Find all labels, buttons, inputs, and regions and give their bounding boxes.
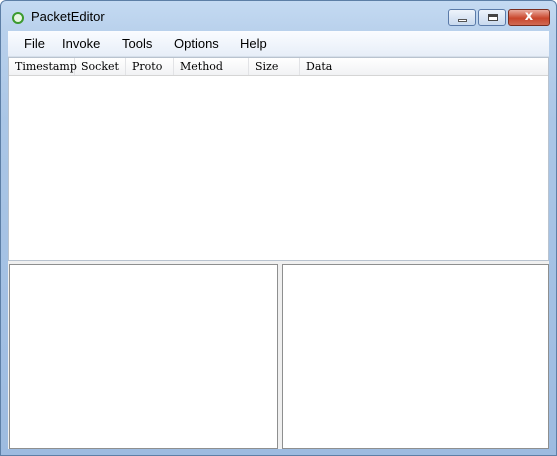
menu-options[interactable]: Options: [174, 36, 219, 51]
detail-pane-right[interactable]: [282, 264, 549, 449]
minimize-button[interactable]: [448, 9, 476, 26]
column-header-proto[interactable]: Proto: [126, 58, 174, 75]
column-header-data[interactable]: Data: [300, 58, 548, 75]
detail-pane-left[interactable]: [9, 264, 278, 449]
menu-help[interactable]: Help: [240, 36, 267, 51]
minimize-icon: [458, 19, 467, 22]
menu-invoke[interactable]: Invoke: [62, 36, 100, 51]
column-header-size[interactable]: Size: [249, 58, 300, 75]
app-window: PacketEditor x File Invoke Tools Options…: [0, 0, 557, 456]
packet-list[interactable]: Timestamp Socket Proto Method Size Data: [8, 57, 549, 261]
maximize-icon: [488, 14, 498, 21]
column-header-socket[interactable]: Socket: [75, 58, 126, 75]
packet-list-header: Timestamp Socket Proto Method Size Data: [9, 58, 548, 76]
app-ring-icon: [12, 12, 24, 24]
menu-file[interactable]: File: [24, 36, 45, 51]
caption-buttons: x: [448, 9, 550, 26]
close-icon: x: [524, 9, 534, 24]
maximize-button[interactable]: [478, 9, 506, 26]
menu-bar: File Invoke Tools Options Help: [8, 31, 549, 57]
column-header-timestamp[interactable]: Timestamp: [9, 58, 77, 75]
title-bar[interactable]: PacketEditor x: [1, 1, 556, 31]
client-area: File Invoke Tools Options Help Timestamp…: [8, 31, 549, 449]
menu-tools[interactable]: Tools: [122, 36, 152, 51]
close-button[interactable]: x: [508, 9, 550, 26]
window-title: PacketEditor: [31, 9, 105, 24]
column-header-method[interactable]: Method: [174, 58, 249, 75]
